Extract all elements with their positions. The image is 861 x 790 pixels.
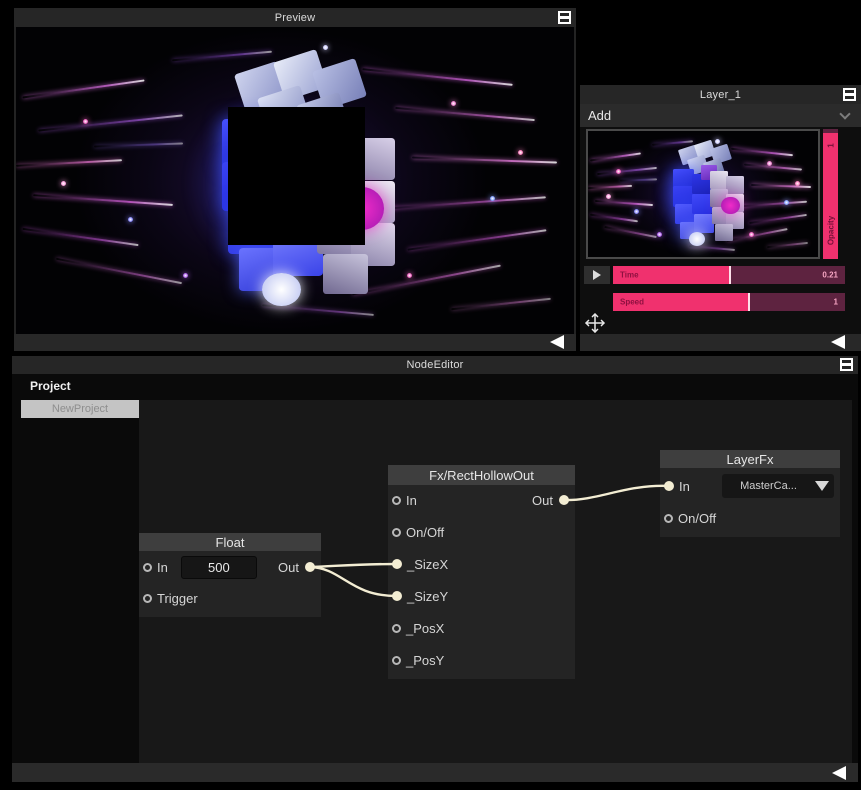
resize-handle-icon[interactable] — [550, 335, 564, 349]
move-icon — [583, 311, 607, 335]
node-rect-hollow-out[interactable]: Fx/RectHollowOut In Out On/Off _SizeX _S… — [388, 465, 575, 679]
window-icon[interactable] — [558, 11, 571, 24]
node-editor-title: NodeEditor — [406, 359, 463, 371]
layer-select-value: MasterCa... — [722, 480, 815, 492]
port-out-label: Out — [278, 560, 299, 575]
opacity-slider-track — [823, 129, 838, 133]
tab-newproject[interactable]: NewProject — [21, 400, 139, 418]
layer-thumbnail-render — [588, 131, 818, 257]
menu-project[interactable]: Project — [30, 379, 71, 393]
port-onoff[interactable] — [392, 528, 401, 537]
window-icon[interactable] — [840, 358, 853, 371]
port-in-label: In — [679, 479, 690, 494]
port-sizex-label: _SizeX — [407, 557, 448, 572]
node-editor-menubar: Project — [12, 374, 858, 398]
move-tool-button[interactable] — [583, 311, 607, 335]
port-out[interactable] — [305, 562, 315, 572]
tab-newproject-label: NewProject — [52, 403, 108, 415]
port-sizey-label: _SizeY — [407, 589, 448, 604]
time-label: Time — [620, 271, 639, 280]
node-float-title: Float — [216, 535, 245, 550]
resize-handle-icon[interactable] — [832, 766, 846, 780]
node-rect-title: Fx/RectHollowOut — [429, 468, 534, 483]
node-float[interactable]: Float In Out Trigger — [139, 533, 321, 617]
add-label: Add — [588, 108, 611, 123]
port-in[interactable] — [143, 563, 152, 572]
layer-titlebar[interactable]: Layer_1 — [580, 85, 861, 104]
port-posy[interactable] — [392, 656, 401, 665]
preview-viewport — [16, 27, 574, 334]
node-editor-titlebar[interactable]: NodeEditor — [12, 356, 858, 374]
preview-panel: Preview — [14, 8, 576, 351]
port-trigger-label: Trigger — [157, 591, 198, 606]
opacity-label: Opacity — [826, 216, 835, 245]
rect-hollow-cutout — [228, 107, 365, 245]
opacity-value: 1 — [826, 143, 835, 147]
chevron-down-icon — [839, 108, 850, 119]
port-posx-label: _PosX — [406, 621, 444, 636]
node-editor-statusbar — [12, 763, 858, 782]
window-icon[interactable] — [843, 88, 856, 101]
port-onoff-label: On/Off — [678, 511, 716, 526]
layer-panel: Layer_1 Add 1 Opacity Time 0.21 Speed 1 — [580, 85, 861, 351]
time-slider[interactable]: Time 0.21 — [613, 266, 845, 284]
preview-title: Preview — [275, 12, 316, 24]
port-onoff[interactable] — [664, 514, 673, 523]
port-posy-label: _PosY — [406, 653, 444, 668]
port-in-label: In — [157, 560, 168, 575]
opacity-slider[interactable]: 1 Opacity — [823, 129, 838, 259]
dropdown-caret-icon — [815, 481, 829, 491]
port-in-label: In — [406, 493, 417, 508]
layer-title: Layer_1 — [700, 89, 741, 101]
port-sizey[interactable] — [392, 591, 402, 601]
node-layerfx-header[interactable]: LayerFx — [660, 450, 840, 468]
port-posx[interactable] — [392, 624, 401, 633]
port-in[interactable] — [392, 496, 401, 505]
port-sizex[interactable] — [392, 559, 402, 569]
layer-statusbar — [580, 334, 861, 351]
add-dropdown[interactable]: Add — [580, 104, 861, 127]
port-out-label: Out — [532, 493, 553, 508]
speed-label: Speed — [620, 298, 644, 307]
node-layerfx[interactable]: LayerFx In MasterCa... On/Off — [660, 450, 840, 537]
node-rect-header[interactable]: Fx/RectHollowOut — [388, 465, 575, 485]
speed-slider[interactable]: Speed 1 — [613, 293, 845, 311]
preview-statusbar — [14, 334, 576, 351]
node-layerfx-title: LayerFx — [727, 452, 774, 467]
layer-select-dropdown[interactable]: MasterCa... — [722, 474, 834, 498]
play-button[interactable] — [584, 266, 610, 284]
resize-handle-icon[interactable] — [831, 335, 845, 349]
port-out[interactable] — [559, 495, 569, 505]
float-value-input[interactable] — [181, 556, 257, 579]
time-value: 0.21 — [822, 271, 838, 280]
port-onoff-label: On/Off — [406, 525, 444, 540]
app-window: Preview Layer_1 Add 1 Opacity — [0, 0, 861, 790]
layer-thumbnail[interactable] — [586, 129, 820, 259]
speed-value: 1 — [834, 298, 838, 307]
port-in[interactable] — [664, 481, 674, 491]
preview-titlebar[interactable]: Preview — [14, 8, 576, 27]
play-icon — [593, 270, 601, 280]
node-float-header[interactable]: Float — [139, 533, 321, 551]
port-trigger[interactable] — [143, 594, 152, 603]
